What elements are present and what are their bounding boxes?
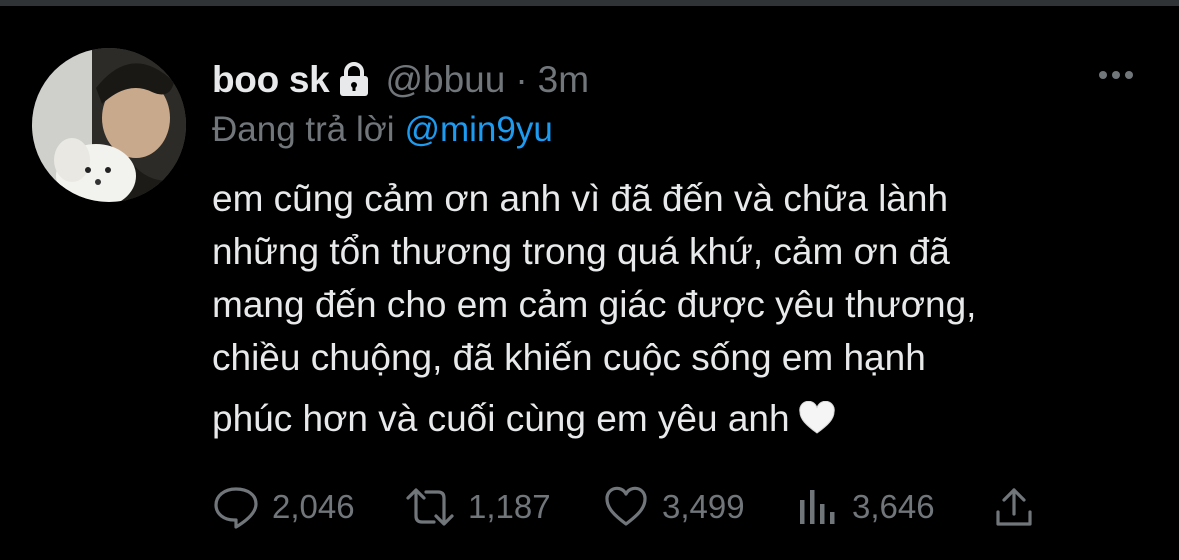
- retweet-button[interactable]: 1,187: [404, 484, 551, 530]
- tweet-text-line: phúc hơn và cuối cùng em yêu anh: [212, 398, 790, 439]
- reply-count: 2,046: [272, 488, 355, 525]
- like-button[interactable]: 3,499: [602, 484, 745, 530]
- more-icon[interactable]: [1096, 64, 1136, 86]
- user-handle[interactable]: @bbuu: [385, 59, 505, 101]
- retweet-icon: [404, 484, 456, 530]
- share-icon: [992, 484, 1036, 530]
- white-heart-icon: [798, 396, 836, 434]
- tweet-text-last-line: phúc hơn và cuối cùng em yêu anh: [212, 392, 1132, 445]
- replying-to: Đang trả lời @min9yu: [212, 106, 553, 154]
- like-count: 3,499: [662, 488, 745, 525]
- replying-to-label: Đang trả lời: [212, 110, 395, 149]
- tweet-text-line: chiều chuộng, đã khiến cuộc sống em hạnh: [212, 337, 926, 378]
- tweet-text-line: những tổn thương trong quá khứ, cảm ơn đ…: [212, 231, 950, 272]
- lock-icon: [337, 62, 371, 98]
- display-name[interactable]: boo sk: [212, 59, 330, 101]
- view-count: 3,646: [852, 488, 935, 525]
- reply-icon: [212, 484, 260, 530]
- separator-dot: ·: [515, 59, 528, 100]
- retweet-count: 1,187: [468, 488, 551, 525]
- analytics-icon: [796, 484, 840, 530]
- tweet-header: boo sk @bbuu · 3m: [212, 56, 589, 104]
- tweet-text-line: em cũng cảm ơn anh vì đã đến và chữa làn…: [212, 178, 949, 219]
- reply-button[interactable]: 2,046: [212, 484, 355, 530]
- share-button[interactable]: [992, 484, 1036, 530]
- views-button[interactable]: 3,646: [796, 484, 935, 530]
- timestamp[interactable]: 3m: [538, 59, 589, 101]
- tweet-actions: 2,046 1,187 3,499 3,646: [212, 484, 1092, 530]
- tweet-text: em cũng cảm ơn anh vì đã đến và chữa làn…: [212, 172, 1132, 445]
- tweet-text-line: mang đến cho em cảm giác được yêu thương…: [212, 284, 977, 325]
- top-divider: [0, 0, 1179, 6]
- reply-mention-link[interactable]: @min9yu: [404, 110, 552, 150]
- avatar[interactable]: [32, 48, 186, 202]
- heart-icon: [602, 484, 650, 530]
